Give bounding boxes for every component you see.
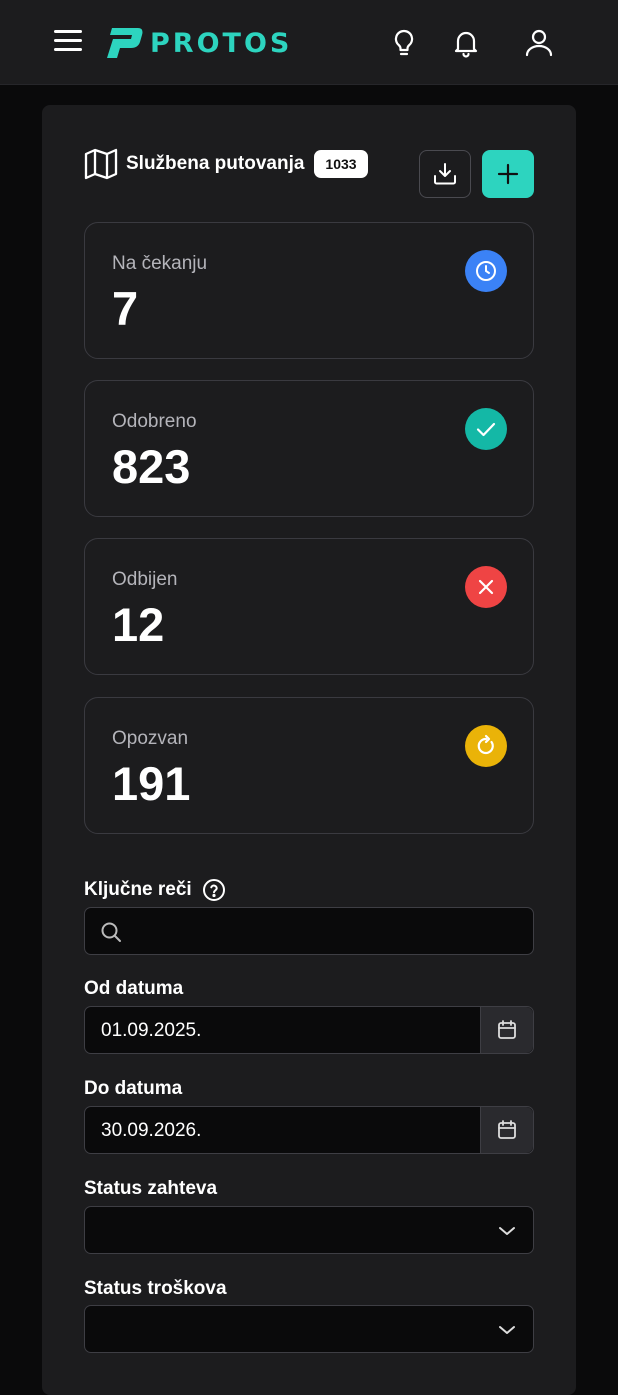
stat-label: Na čekanju (112, 253, 208, 274)
clock-icon (465, 250, 507, 292)
protos-logo-mark-icon (107, 28, 143, 58)
chevron-down-icon (499, 1227, 515, 1235)
to-date-calendar-button[interactable] (480, 1107, 533, 1153)
keywords-input[interactable] (84, 907, 534, 955)
count-badge: 1033 (314, 150, 368, 178)
top-bar: PROTOS (0, 0, 618, 85)
keywords-label: Ključne reči (84, 878, 226, 902)
user-icon[interactable] (524, 28, 554, 58)
menu-icon[interactable] (54, 30, 82, 56)
help-icon[interactable] (202, 878, 226, 902)
calendar-icon (498, 1120, 516, 1139)
request-status-label: Status zahteva (84, 1178, 218, 1199)
download-button[interactable] (419, 150, 471, 198)
check-icon (465, 408, 507, 450)
stat-value: 7 (112, 282, 139, 335)
page-title: Službena putovanja (126, 153, 305, 174)
stat-value: 191 (112, 757, 191, 810)
page-header: Službena putovanja 1033 (84, 146, 368, 182)
x-icon (465, 566, 507, 608)
stat-label: Odobreno (112, 411, 197, 432)
add-button[interactable] (482, 150, 534, 198)
plus-icon (497, 163, 519, 185)
search-icon (101, 922, 121, 942)
to-date-input[interactable]: 30.09.2026. (84, 1106, 534, 1154)
cost-status-select[interactable] (84, 1305, 534, 1353)
request-status-select[interactable] (84, 1206, 534, 1254)
cost-status-label: Status troškova (84, 1278, 227, 1299)
from-date-label: Od datuma (84, 978, 184, 999)
stat-card-revoked[interactable]: Opozvan 191 (84, 697, 534, 834)
stat-label: Opozvan (112, 728, 189, 749)
stat-value: 823 (112, 440, 191, 493)
stat-card-pending[interactable]: Na čekanju 7 (84, 222, 534, 359)
chevron-down-icon (499, 1326, 515, 1334)
bell-icon[interactable] (451, 28, 481, 58)
logo[interactable]: PROTOS (104, 26, 292, 60)
lightbulb-icon[interactable] (389, 28, 419, 58)
download-icon (434, 163, 456, 185)
to-date-label: Do datuma (84, 1078, 183, 1099)
to-date-value: 30.09.2026. (101, 1120, 202, 1141)
brand-name: PROTOS (150, 27, 293, 59)
stat-card-rejected[interactable]: Odbijen 12 (84, 538, 534, 675)
stat-card-approved[interactable]: Odobreno 823 (84, 380, 534, 517)
from-date-value: 01.09.2025. (101, 1020, 202, 1041)
keywords-label-text: Ključne reči (84, 879, 192, 900)
stat-label: Odbijen (112, 569, 178, 590)
from-date-input[interactable]: 01.09.2025. (84, 1006, 534, 1054)
stat-value: 12 (112, 598, 165, 651)
calendar-icon (498, 1020, 516, 1039)
from-date-calendar-button[interactable] (480, 1007, 533, 1053)
refresh-icon (465, 725, 507, 767)
map-icon (84, 148, 118, 180)
